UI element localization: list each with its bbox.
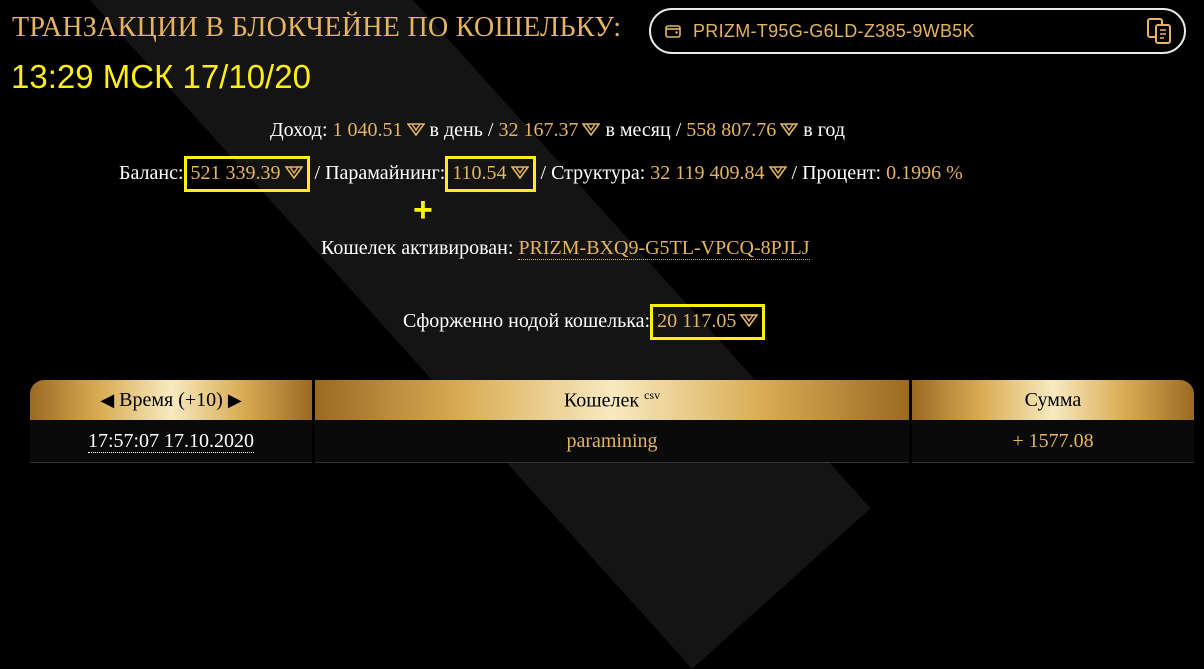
forged-value: 20 117.05 [657, 310, 737, 332]
activated-wallet-link[interactable]: PRIZM-BXQ9-G5TL-VPCQ-8PJLJ [518, 237, 810, 260]
column-time-header: ◀ Время (+10) ▶ [30, 380, 312, 420]
balance-value-highlight: 521 339.39 [183, 156, 310, 192]
next-arrow-icon[interactable]: ▶ [228, 390, 242, 410]
table-row: 17:57:07 17.10.2020 paramining + 1577.08 [30, 420, 1194, 463]
activated-label: Кошелек активирован: [321, 237, 514, 259]
balance-value: 521 339.39 [190, 162, 281, 184]
column-wallet-header: Кошелек csv [315, 380, 909, 420]
income-line: Доход: 1 040.51 в день / 32 167.37 в мес… [270, 119, 846, 141]
income-per-day-label: в день [429, 119, 483, 141]
row-wallet: paramining [315, 420, 909, 463]
prizm-coin-icon [768, 166, 787, 179]
forged-value-highlight: 20 117.05 [650, 304, 766, 340]
table-header-row: ◀ Время (+10) ▶ Кошелек csv Сумма [30, 380, 1194, 420]
timestamp: 13:29 МСК 17/10/20 [11, 58, 311, 95]
income-per-day: 1 040.51 [332, 119, 403, 141]
row-time-cell: 17:57:07 17.10.2020 [30, 420, 312, 463]
copy-icon[interactable] [1144, 16, 1174, 46]
wallet-icon [665, 25, 681, 38]
paramining-label: Парамайнинг: [325, 162, 446, 184]
stats-line: Баланс: 521 339.39 / Парамайнинг: 110.54 /… [119, 156, 963, 192]
prizm-coin-icon [510, 166, 529, 179]
prizm-coin-icon [582, 123, 601, 136]
column-amount-label: Сумма [1024, 388, 1082, 411]
prizm-coin-icon [740, 314, 759, 327]
wallet-address[interactable]: PRIZM-T95G-G6LD-Z385-9WB5K [693, 21, 1144, 42]
income-label: Доход: [270, 119, 328, 141]
paramining-value: 110.54 [452, 162, 507, 184]
transactions-table: ◀ Время (+10) ▶ Кошелек csv Сумма 17:57:… [27, 380, 1197, 463]
paramining-value-highlight: 110.54 [445, 156, 536, 192]
forged-label: Сфорженно нодой кошелька: [403, 310, 651, 332]
column-wallet-label: Кошелек [563, 389, 640, 412]
plus-annotation: + [413, 191, 433, 229]
percent-label: Процент: [802, 162, 882, 184]
prev-arrow-icon[interactable]: ◀ [100, 390, 114, 410]
prizm-coin-icon [406, 123, 425, 136]
wallet-address-box[interactable]: PRIZM-T95G-G6LD-Z385-9WB5K [649, 8, 1186, 54]
income-per-month: 32 167.37 [498, 119, 579, 141]
income-per-year: 558 807.76 [686, 119, 777, 141]
prizm-coin-icon [780, 123, 799, 136]
column-time-label: Время (+10) [119, 388, 223, 411]
income-per-month-label: в месяц [605, 119, 671, 141]
row-time[interactable]: 17:57:07 17.10.2020 [87, 429, 255, 453]
page-title: ТРАНЗАКЦИИ В БЛОКЧЕЙНЕ ПО КОШЕЛЬКУ: [12, 12, 622, 43]
csv-link[interactable]: csv [644, 388, 660, 402]
row-amount: + 1577.08 [912, 420, 1194, 463]
column-amount-header: Сумма [912, 380, 1194, 420]
percent-value: 0.1996 % [886, 162, 963, 184]
prizm-coin-icon [284, 166, 303, 179]
income-per-year-label: в год [803, 119, 846, 141]
balance-label: Баланс: [119, 162, 184, 184]
structure-value: 32 119 409.84 [650, 162, 765, 184]
structure-label: Структура: [551, 162, 646, 184]
forged-line: Сфорженно нодой кошелька: 20 117.05 [403, 304, 766, 340]
activated-line: Кошелек активирован: PRIZM-BXQ9-G5TL-VPC… [321, 237, 810, 260]
